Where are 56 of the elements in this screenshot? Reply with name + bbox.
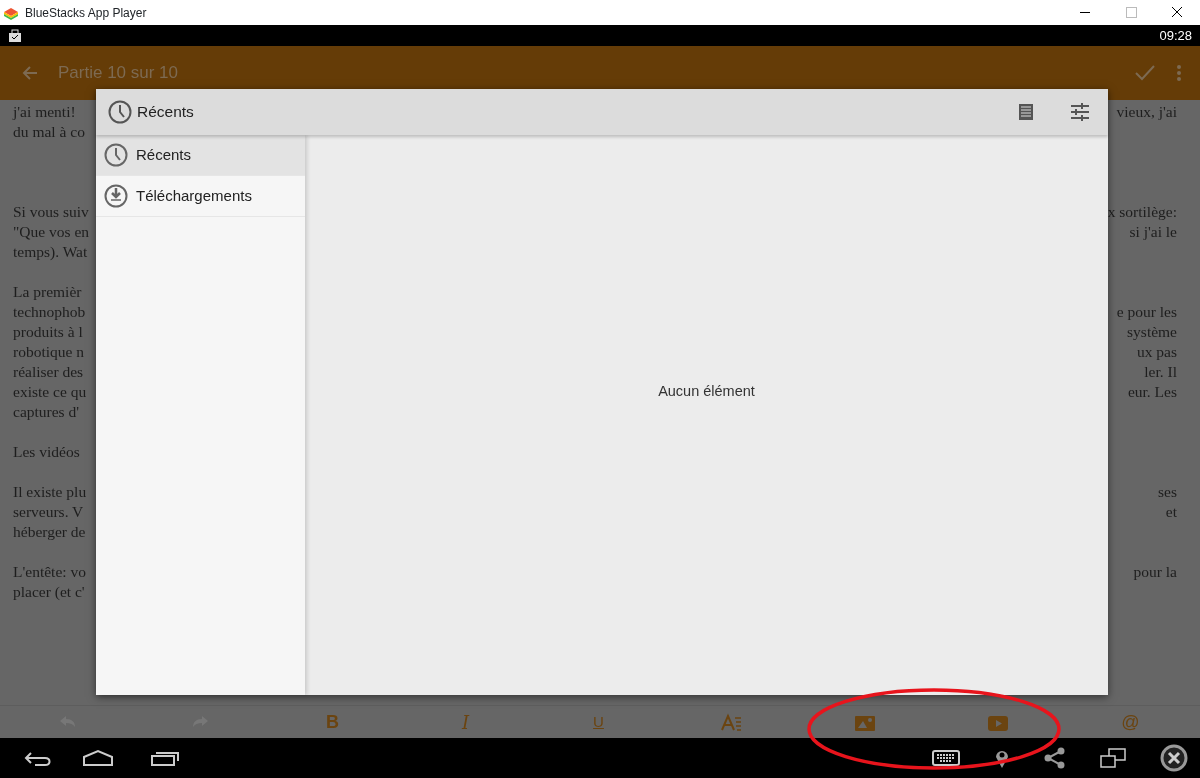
text-line: produits à l xyxy=(13,322,83,342)
empty-message: Aucun élément xyxy=(658,382,755,402)
app-logo-icon xyxy=(3,5,19,20)
text-line: x sortilège: xyxy=(1107,202,1177,222)
recent-apps-button[interactable] xyxy=(150,749,180,767)
text-line: si j'ai le xyxy=(1129,222,1177,242)
text-line: e pour les xyxy=(1116,302,1177,322)
list-view-icon[interactable] xyxy=(1018,103,1034,121)
check-icon[interactable] xyxy=(1134,63,1156,83)
text-line: ses xyxy=(1158,482,1177,502)
text-line: Si vous suiv xyxy=(13,202,89,222)
text-line: "Que vos en xyxy=(13,222,90,242)
sidebar-item[interactable]: Téléchargements xyxy=(96,176,305,217)
underline-button[interactable]: U xyxy=(532,706,665,739)
text-line: Les vidéos xyxy=(13,442,80,462)
text-line: pour la xyxy=(1133,562,1177,582)
text-line: technophob xyxy=(13,302,86,322)
text-line: temps). Wat xyxy=(13,242,88,262)
text-line: serveurs. V xyxy=(13,502,84,522)
text-line: ux pas xyxy=(1136,342,1177,362)
text-line: eur. Les xyxy=(1127,382,1177,402)
clock-icon xyxy=(104,143,128,167)
more-icon[interactable] xyxy=(1176,64,1182,82)
text-line: robotique n xyxy=(13,342,85,362)
text-line: et xyxy=(1165,502,1177,522)
text-line: ler. Il xyxy=(1144,362,1177,382)
text-line: héberger de xyxy=(13,522,86,542)
window-title: BlueStacks App Player xyxy=(25,4,147,22)
dialog-title: Récents xyxy=(137,102,194,123)
text-line: vieux, j'ai xyxy=(1116,102,1177,122)
bold-button[interactable]: B xyxy=(266,706,399,739)
settings-icon[interactable] xyxy=(1070,102,1090,122)
text-line: captures d' xyxy=(13,402,80,422)
text-style-icon[interactable] xyxy=(720,712,743,733)
mention-button[interactable]: @ xyxy=(1064,706,1197,739)
keyboard-icon[interactable] xyxy=(932,750,960,766)
text-line: existe ce qu xyxy=(13,382,87,402)
notification-icon xyxy=(8,28,22,43)
text-line: La premièr xyxy=(13,282,82,302)
text-line: L'entête: vo xyxy=(13,562,86,582)
text-line: du mal à co xyxy=(13,122,85,142)
close-icon[interactable] xyxy=(1160,744,1188,772)
home-button[interactable] xyxy=(82,749,114,767)
text-line: j'ai menti! xyxy=(13,102,76,122)
window-mode-icon[interactable] xyxy=(1100,748,1126,768)
text-line: placer (et c' xyxy=(13,582,85,602)
download-icon xyxy=(104,184,128,208)
italic-button[interactable]: I xyxy=(399,706,532,739)
sidebar-item[interactable]: Récents xyxy=(96,135,305,176)
text-line: système xyxy=(1127,322,1177,342)
share-icon[interactable] xyxy=(1044,747,1066,769)
status-time: 09:28 xyxy=(1159,26,1192,45)
app-bar-title: Partie 10 sur 10 xyxy=(58,62,178,85)
clock-icon xyxy=(108,100,132,124)
text-line: Il existe plu xyxy=(13,482,87,502)
text-line: réaliser des xyxy=(13,362,84,382)
